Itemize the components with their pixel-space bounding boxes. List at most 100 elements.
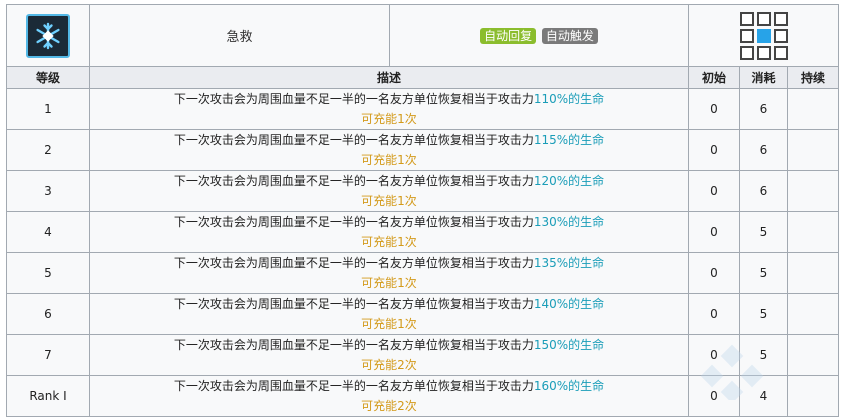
heal-amount: 160%的生命 [533, 379, 605, 393]
description-text: 下一次攻击会为周围血量不足一半的一名友方单位恢复相当于攻击力 [173, 338, 534, 352]
range-cell [739, 45, 754, 60]
description-text: 下一次攻击会为周围血量不足一半的一名友方单位恢复相当于攻击力 [173, 92, 534, 106]
description-text: 下一次攻击会为周围血量不足一半的一名友方单位恢复相当于攻击力 [173, 297, 534, 311]
skill-tags: 自动回复 自动触发 [389, 4, 689, 67]
description-line: 下一次攻击会为周围血量不足一半的一名友方单位恢复相当于攻击力115%的生命 [90, 130, 688, 150]
table-row: 4 下一次攻击会为周围血量不足一半的一名友方单位恢复相当于攻击力130%的生命 可充… [6, 211, 840, 253]
level-cell: 7 [6, 334, 90, 376]
initial-sp-cell: 0 [688, 252, 740, 294]
level-cell: 4 [6, 211, 90, 253]
duration-cell [786, 211, 840, 253]
range-cell-self [756, 28, 771, 43]
skill-table: 急救 自动回复 自动触发 等级 描述 初始 消耗 持续 1 下一次攻击会为周围血量… [6, 4, 840, 417]
sp-cost-cell: 6 [739, 129, 788, 171]
charge-count: 可充能1次 [361, 194, 417, 208]
charge-count: 可充能1次 [361, 112, 417, 126]
description-cell: 下一次攻击会为周围血量不足一半的一名友方单位恢复相当于攻击力120%的生命可充能… [89, 170, 689, 212]
sp-cost-cell: 5 [739, 293, 788, 335]
table-row: Rank Ⅰ 下一次攻击会为周围血量不足一半的一名友方单位恢复相当于攻击力160%… [6, 375, 840, 417]
column-header-row: 等级 描述 初始 消耗 持续 [6, 66, 840, 89]
initial-sp-cell: 0 [688, 375, 740, 417]
initial-sp-cell: 0 [688, 211, 740, 253]
table-row: 3 下一次攻击会为周围血量不足一半的一名友方单位恢复相当于攻击力120%的生命 可充… [6, 170, 840, 212]
skill-name: 急救 [89, 4, 390, 67]
description-text: 下一次攻击会为周围血量不足一半的一名友方单位恢复相当于攻击力 [173, 379, 534, 393]
table-row: 6 下一次攻击会为周围血量不足一半的一名友方单位恢复相当于攻击力140%的生命 可充… [6, 293, 840, 335]
charge-count: 可充能1次 [361, 317, 417, 331]
range-cell [773, 28, 788, 43]
range-cell [739, 28, 754, 43]
charge-count: 可充能1次 [361, 153, 417, 167]
description-cell: 下一次攻击会为周围血量不足一半的一名友方单位恢复相当于攻击力135%的生命可充能… [89, 252, 689, 294]
trigger-type-tag: 自动触发 [541, 27, 598, 44]
sp-recovery-tag: 自动回复 [480, 27, 537, 44]
level-cell: 3 [6, 170, 90, 212]
level-cell: 1 [6, 88, 90, 130]
table-row: 2 下一次攻击会为周围血量不足一半的一名友方单位恢复相当于攻击力115%的生命 可充… [6, 129, 840, 171]
level-header: 等级 [6, 66, 90, 89]
duration-header: 持续 [786, 66, 840, 89]
initial-sp-cell: 0 [688, 293, 740, 335]
duration-cell [786, 252, 840, 294]
description-cell: 下一次攻击会为周围血量不足一半的一名友方单位恢复相当于攻击力140%的生命可充能… [89, 293, 689, 335]
sp-cost-cell: 6 [739, 88, 788, 130]
initial-sp-cell: 0 [688, 334, 740, 376]
sp-cost-cell: 5 [739, 252, 788, 294]
heal-amount: 120%的生命 [533, 174, 605, 188]
description-line: 下一次攻击会为周围血量不足一半的一名友方单位恢复相当于攻击力160%的生命 [90, 376, 688, 396]
duration-cell [786, 375, 840, 417]
range-cell [773, 11, 788, 26]
initial-sp-cell: 0 [688, 88, 740, 130]
heal-amount: 130%的生命 [533, 215, 605, 229]
skill-icon-cell [6, 4, 90, 67]
description-header: 描述 [89, 66, 689, 89]
description-text: 下一次攻击会为周围血量不足一半的一名友方单位恢复相当于攻击力 [173, 215, 534, 229]
range-cell [773, 45, 788, 60]
description-text: 下一次攻击会为周围血量不足一半的一名友方单位恢复相当于攻击力 [173, 133, 534, 147]
description-cell: 下一次攻击会为周围血量不足一半的一名友方单位恢复相当于攻击力130%的生命可充能… [89, 211, 689, 253]
level-cell: 5 [6, 252, 90, 294]
duration-cell [786, 88, 840, 130]
sp-cost-cell: 4 [739, 375, 788, 417]
heal-amount: 140%的生命 [533, 297, 605, 311]
description-text: 下一次攻击会为周围血量不足一半的一名友方单位恢复相当于攻击力 [173, 256, 534, 270]
charge-count: 可充能2次 [361, 358, 417, 372]
attack-range-grid [689, 11, 838, 60]
description-line: 下一次攻击会为周围血量不足一半的一名友方单位恢复相当于攻击力140%的生命 [90, 294, 688, 314]
sp-cost-cell: 5 [739, 211, 788, 253]
level-cell: Rank Ⅰ [6, 375, 90, 417]
description-cell: 下一次攻击会为周围血量不足一半的一名友方单位恢复相当于攻击力110%的生命可充能… [89, 88, 689, 130]
skill-header-row: 急救 自动回复 自动触发 [6, 4, 840, 67]
range-cell [756, 45, 771, 60]
table-row: 1 下一次攻击会为周围血量不足一半的一名友方单位恢复相当于攻击力110%的生命 可充… [6, 88, 840, 130]
range-cell [756, 11, 771, 26]
heal-amount: 135%的生命 [533, 256, 605, 270]
duration-cell [786, 293, 840, 335]
table-row: 5 下一次攻击会为周围血量不足一半的一名友方单位恢复相当于攻击力135%的生命 可充… [6, 252, 840, 294]
description-line: 下一次攻击会为周围血量不足一半的一名友方单位恢复相当于攻击力120%的生命 [90, 171, 688, 191]
snowflake-cross-icon [26, 13, 70, 58]
level-cell: 2 [6, 129, 90, 171]
description-cell: 下一次攻击会为周围血量不足一半的一名友方单位恢复相当于攻击力160%的生命可充能… [89, 375, 689, 417]
description-line: 下一次攻击会为周围血量不足一半的一名友方单位恢复相当于攻击力135%的生命 [90, 253, 688, 273]
charge-count: 可充能1次 [361, 235, 417, 249]
description-text: 下一次攻击会为周围血量不足一半的一名友方单位恢复相当于攻击力 [173, 174, 534, 188]
sp-cost-cell: 5 [739, 334, 788, 376]
duration-cell [786, 170, 840, 212]
heal-amount: 115%的生命 [533, 133, 605, 147]
charge-count: 可充能1次 [361, 276, 417, 290]
level-cell: 6 [6, 293, 90, 335]
heal-amount: 110%的生命 [533, 92, 605, 106]
table-row: 7 下一次攻击会为周围血量不足一半的一名友方单位恢复相当于攻击力150%的生命 可充… [6, 334, 840, 376]
attack-range-cell [687, 4, 840, 67]
sp-cost-header: 消耗 [739, 66, 788, 89]
range-cell [739, 11, 754, 26]
description-line: 下一次攻击会为周围血量不足一半的一名友方单位恢复相当于攻击力150%的生命 [90, 335, 688, 355]
description-line: 下一次攻击会为周围血量不足一半的一名友方单位恢复相当于攻击力110%的生命 [90, 89, 688, 109]
charge-count: 可充能2次 [361, 399, 417, 413]
heal-amount: 150%的生命 [533, 338, 605, 352]
duration-cell [786, 129, 840, 171]
initial-sp-header: 初始 [688, 66, 740, 89]
description-cell: 下一次攻击会为周围血量不足一半的一名友方单位恢复相当于攻击力115%的生命可充能… [89, 129, 689, 171]
initial-sp-cell: 0 [688, 129, 740, 171]
